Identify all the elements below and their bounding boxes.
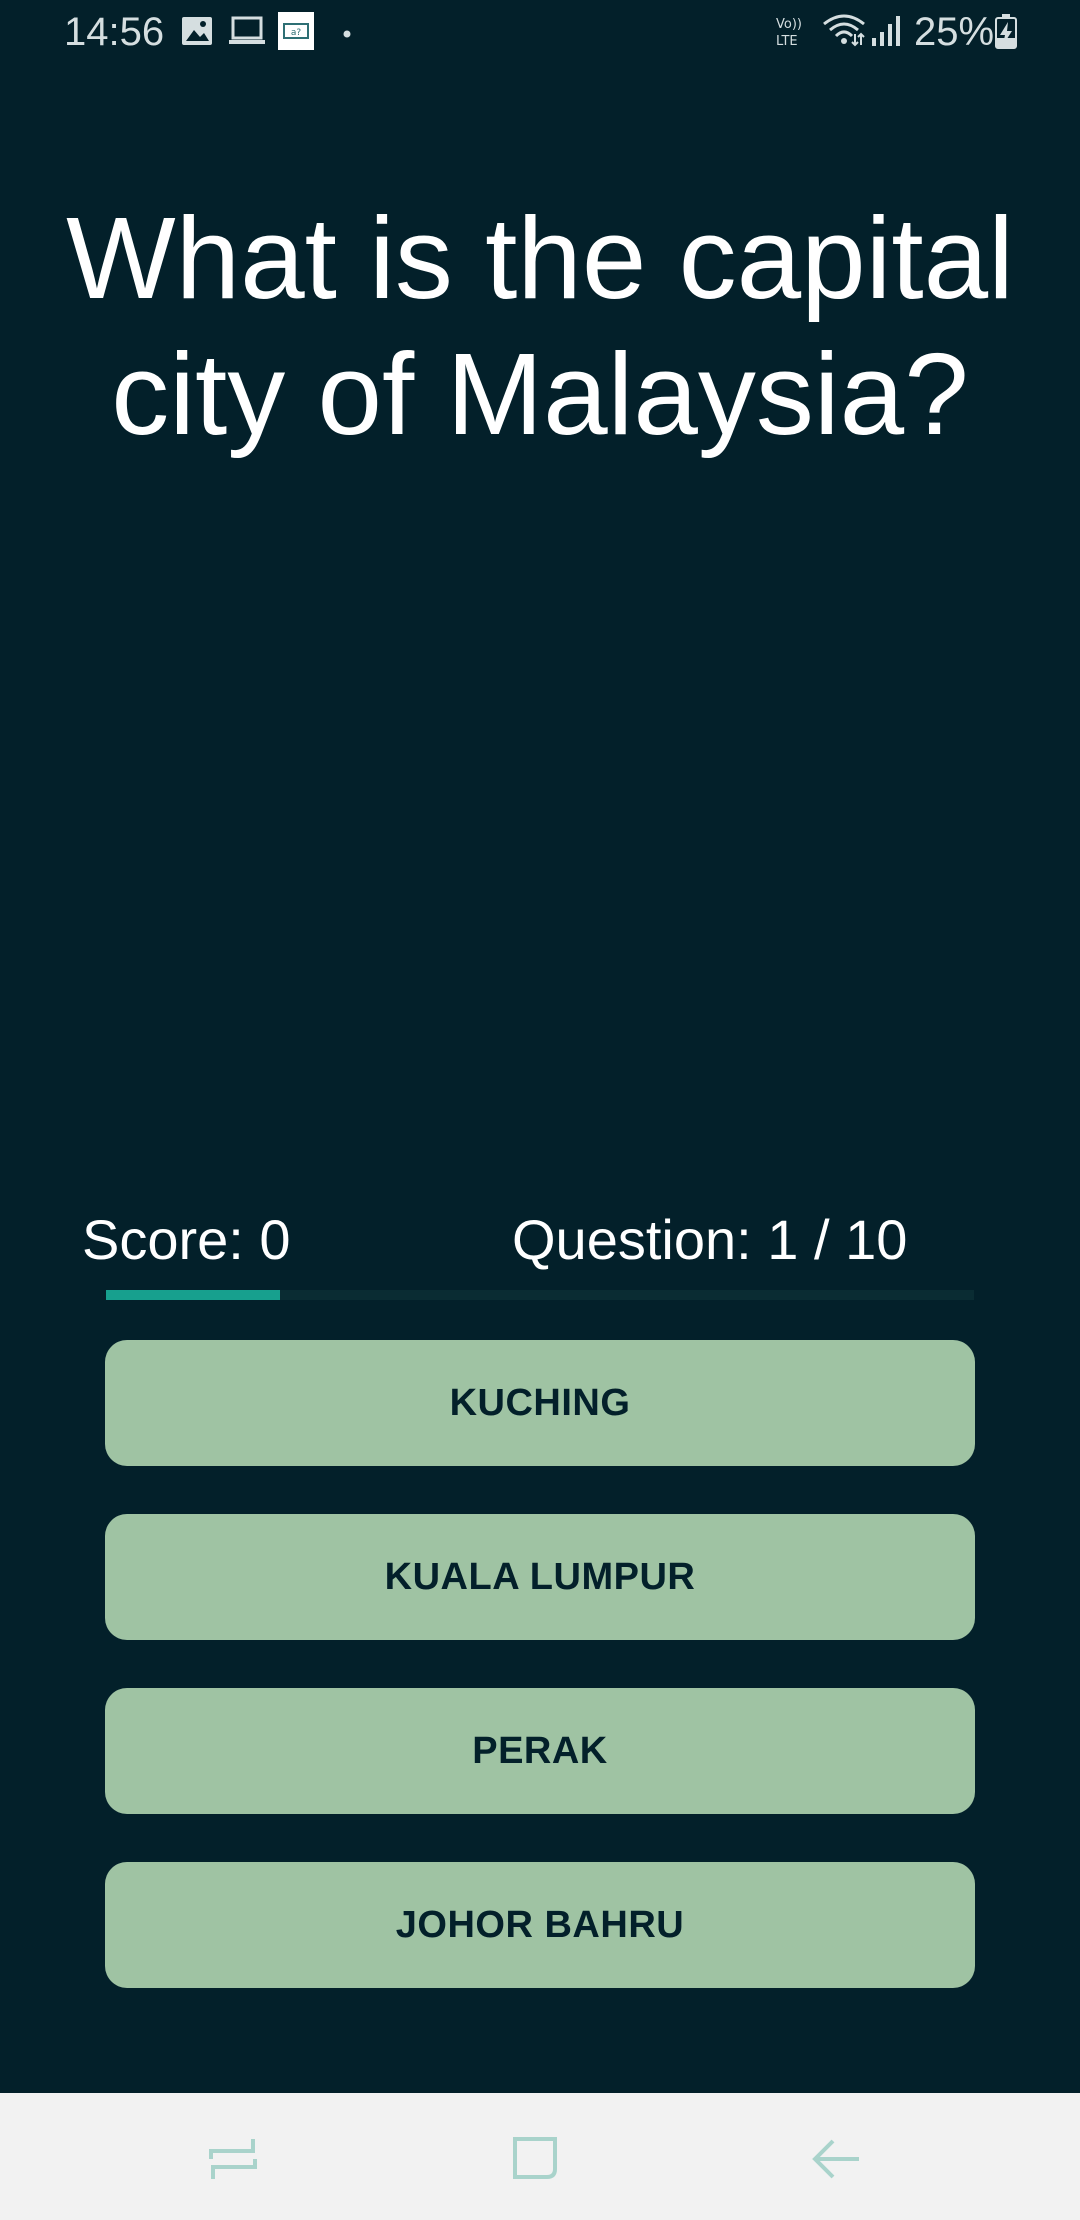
navigation-bar: [0, 2093, 1080, 2220]
svg-text:Vo)): Vo)): [776, 17, 802, 32]
status-time: 14:56: [64, 10, 165, 54]
answer-button-4[interactable]: JOHOR BAHRU: [105, 1862, 975, 1988]
notification-app-icon: a?: [278, 12, 314, 55]
battery-percent: 25%: [914, 10, 995, 54]
question-counter: Question: 1 / 10: [512, 1208, 908, 1271]
quiz-progress-bar: [106, 1290, 974, 1300]
svg-text:a?: a?: [291, 28, 302, 38]
laptop-icon: [228, 14, 266, 53]
battery-charging-icon: [994, 14, 1018, 55]
gallery-icon: [180, 14, 214, 53]
question-text: What is the capital city of Malaysia?: [66, 193, 1014, 459]
back-icon[interactable]: [797, 2117, 877, 2197]
answer-button-2[interactable]: KUALA LUMPUR: [105, 1514, 975, 1640]
quiz-progress-fill: [106, 1290, 280, 1300]
volte-icon: Vo)) LTE: [774, 14, 810, 55]
dot-icon: [342, 26, 352, 44]
answer-button-1[interactable]: KUCHING: [105, 1340, 975, 1466]
status-bar: 14:56 a? Vo)) LTE 25%: [0, 0, 1080, 64]
home-icon[interactable]: [495, 2117, 575, 2197]
score-label: Score: 0: [82, 1208, 291, 1271]
answer-button-3[interactable]: PERAK: [105, 1688, 975, 1814]
svg-text:LTE: LTE: [776, 34, 798, 49]
signal-icon: [870, 14, 904, 53]
wifi-icon: [822, 12, 866, 53]
recent-apps-icon[interactable]: [193, 2117, 273, 2197]
